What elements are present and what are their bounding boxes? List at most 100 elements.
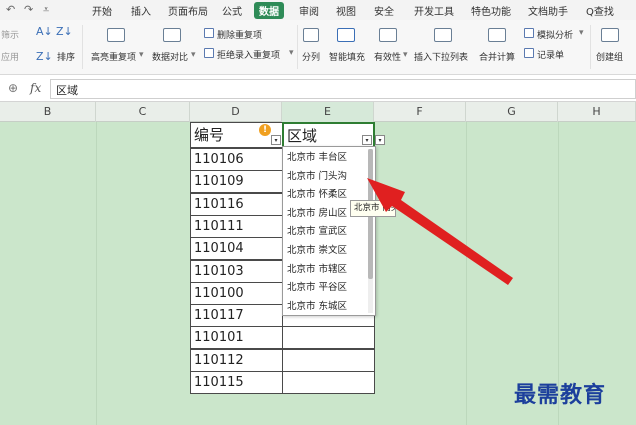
menu-bar: ↶ ↷ ⩡ 开始 插入 页面布局 公式 数据 审阅 视图 安全 开发工具 特色功… xyxy=(0,0,636,20)
menu-data[interactable]: 数据 xyxy=(254,2,284,19)
column-header-h[interactable]: H xyxy=(558,102,636,122)
fx-label[interactable]: fx xyxy=(30,81,41,95)
split-column-icon xyxy=(303,28,319,42)
dropdown-option[interactable]: 北京市 门头沟 xyxy=(287,168,347,186)
menu-formula[interactable]: 公式 xyxy=(222,3,242,18)
watermark-logo: 最需教育 xyxy=(514,382,607,408)
menu-doc-helper[interactable]: 文档助手 xyxy=(528,3,568,18)
id-cell[interactable]: 110112 xyxy=(190,349,283,372)
item-tooltip: 北京市 门头 xyxy=(350,200,396,217)
dropdown-option[interactable]: 北京市 怀柔区 xyxy=(287,186,347,204)
id-cell[interactable]: 110101 xyxy=(190,326,283,349)
smart-fill-button[interactable]: 智能填充 xyxy=(329,50,365,63)
consolidate-button[interactable]: 合并计算 xyxy=(479,50,515,63)
ribbon-divider xyxy=(297,25,298,69)
chevron-down-icon[interactable]: ▾ xyxy=(191,50,196,60)
ribbon-cut-label-1[interactable]: 筛示 xyxy=(1,28,19,41)
reject-duplicates-icon xyxy=(204,48,214,58)
sort-button[interactable]: 排序 xyxy=(57,50,75,63)
sort-desc-icon[interactable]: Z↓ xyxy=(56,25,73,38)
formula-input[interactable]: 区域 xyxy=(50,79,636,99)
id-cell[interactable]: 110111 xyxy=(190,215,283,238)
highlight-duplicates-icon xyxy=(107,28,125,42)
data-compare-icon xyxy=(163,28,181,42)
id-cell[interactable]: 110116 xyxy=(190,193,283,216)
id-cell[interactable]: 110104 xyxy=(190,237,283,260)
chevron-down-icon[interactable]: ▾ xyxy=(139,50,144,60)
dropdown-arrow-button[interactable]: ▾ xyxy=(375,135,385,145)
dropdown-option[interactable]: 北京市 丰台区 xyxy=(287,149,347,167)
chevron-down-icon[interactable]: ▾ xyxy=(289,48,294,58)
ribbon-toolbar: 筛示 应用 A↓ Z↓ Z↓ 排序 高亮重复项 ▾ 数据对比 ▾ 删除重复项 拒… xyxy=(0,20,636,75)
grid-line xyxy=(466,122,467,425)
menu-review[interactable]: 审阅 xyxy=(299,3,319,18)
id-cell[interactable]: 110115 xyxy=(190,371,283,394)
dropdown-option[interactable]: 北京市 宣武区 xyxy=(287,223,347,241)
create-group-icon xyxy=(601,28,619,42)
id-cell[interactable]: 110106 xyxy=(190,148,283,171)
filter-button-e[interactable]: ▾ xyxy=(362,135,372,145)
delete-duplicates-button[interactable]: 删除重复项 xyxy=(217,28,262,41)
insert-dropdown-icon xyxy=(434,28,452,42)
undo-icon[interactable]: ↶ xyxy=(6,3,15,16)
chevron-down-icon[interactable]: ▾ xyxy=(403,50,408,60)
search-button[interactable]: Q查找 xyxy=(586,3,614,18)
zoom-icon[interactable]: ⊕ xyxy=(8,81,18,95)
filter-button-d[interactable]: ▾ xyxy=(271,135,281,145)
dropdown-option[interactable]: 北京市 房山区 xyxy=(287,205,347,223)
data-compare-button[interactable]: 数据对比 xyxy=(152,50,188,63)
area-cell[interactable] xyxy=(282,371,375,394)
menu-view[interactable]: 视图 xyxy=(336,3,356,18)
record-form-icon xyxy=(524,48,534,58)
simulation-analysis-button[interactable]: 模拟分析 xyxy=(537,28,573,41)
grid-line xyxy=(96,122,97,425)
chevron-down-icon[interactable]: ▾ xyxy=(579,28,584,38)
menu-security[interactable]: 安全 xyxy=(374,3,394,18)
simulation-analysis-icon xyxy=(524,28,534,38)
sort-custom-icon[interactable]: Z↓ xyxy=(36,50,53,63)
menu-developer[interactable]: 开发工具 xyxy=(414,3,454,18)
highlight-duplicates-button[interactable]: 高亮重复项 xyxy=(91,50,136,63)
menu-insert[interactable]: 插入 xyxy=(131,3,151,18)
column-header-b[interactable]: B xyxy=(0,102,96,122)
delete-duplicates-icon xyxy=(204,28,214,38)
consolidate-icon xyxy=(488,28,506,42)
column-header-d[interactable]: D xyxy=(190,102,282,122)
ribbon-divider xyxy=(590,25,591,69)
area-cell[interactable] xyxy=(282,349,375,372)
more-icon[interactable]: ⩡ xyxy=(43,3,49,17)
validity-icon xyxy=(379,28,397,42)
column-header-c[interactable]: C xyxy=(96,102,190,122)
id-cell[interactable]: 110103 xyxy=(190,260,283,283)
ribbon-divider xyxy=(82,25,83,69)
menu-layout[interactable]: 页面布局 xyxy=(168,3,208,18)
record-form-button[interactable]: 记录单 xyxy=(537,48,564,61)
dropdown-scrollbar[interactable] xyxy=(368,149,373,313)
validation-dropdown-list[interactable]: 北京市 丰台区 北京市 门头沟 北京市 怀柔区 北京市 房山区 北京市 宣武区 北京市 崇… xyxy=(282,146,376,316)
warning-icon[interactable]: ! xyxy=(259,124,271,136)
column-header-e[interactable]: E xyxy=(282,102,374,122)
reject-duplicates-button[interactable]: 拒绝录入重复项 xyxy=(217,48,280,61)
id-cell[interactable]: 110117 xyxy=(190,304,283,327)
dropdown-option[interactable]: 北京市 市辖区 xyxy=(287,261,347,279)
sort-asc-icon[interactable]: A↓ xyxy=(36,25,53,38)
ribbon-cut-label-2[interactable]: 应用 xyxy=(1,50,19,63)
create-group-button[interactable]: 创建组 xyxy=(596,50,623,63)
column-header-row: B C D E F G H xyxy=(0,102,636,122)
dropdown-option[interactable]: 北京市 东城区 xyxy=(287,298,347,316)
menu-features[interactable]: 特色功能 xyxy=(471,3,511,18)
formula-bar: ⊕ fx 区域 xyxy=(0,76,636,102)
id-cell[interactable]: 110109 xyxy=(190,170,283,193)
column-header-g[interactable]: G xyxy=(466,102,558,122)
redo-icon[interactable]: ↷ xyxy=(24,3,33,16)
smart-fill-icon xyxy=(337,28,355,42)
column-header-f[interactable]: F xyxy=(374,102,466,122)
dropdown-option[interactable]: 北京市 崇文区 xyxy=(287,242,347,260)
menu-home[interactable]: 开始 xyxy=(92,3,112,18)
split-column-button[interactable]: 分列 xyxy=(302,50,320,63)
id-cell[interactable]: 110100 xyxy=(190,282,283,305)
validity-button[interactable]: 有效性 xyxy=(374,50,401,63)
area-cell[interactable] xyxy=(282,326,375,349)
dropdown-option[interactable]: 北京市 平谷区 xyxy=(287,279,347,297)
insert-dropdown-list-button[interactable]: 插入下拉列表 xyxy=(414,50,468,63)
